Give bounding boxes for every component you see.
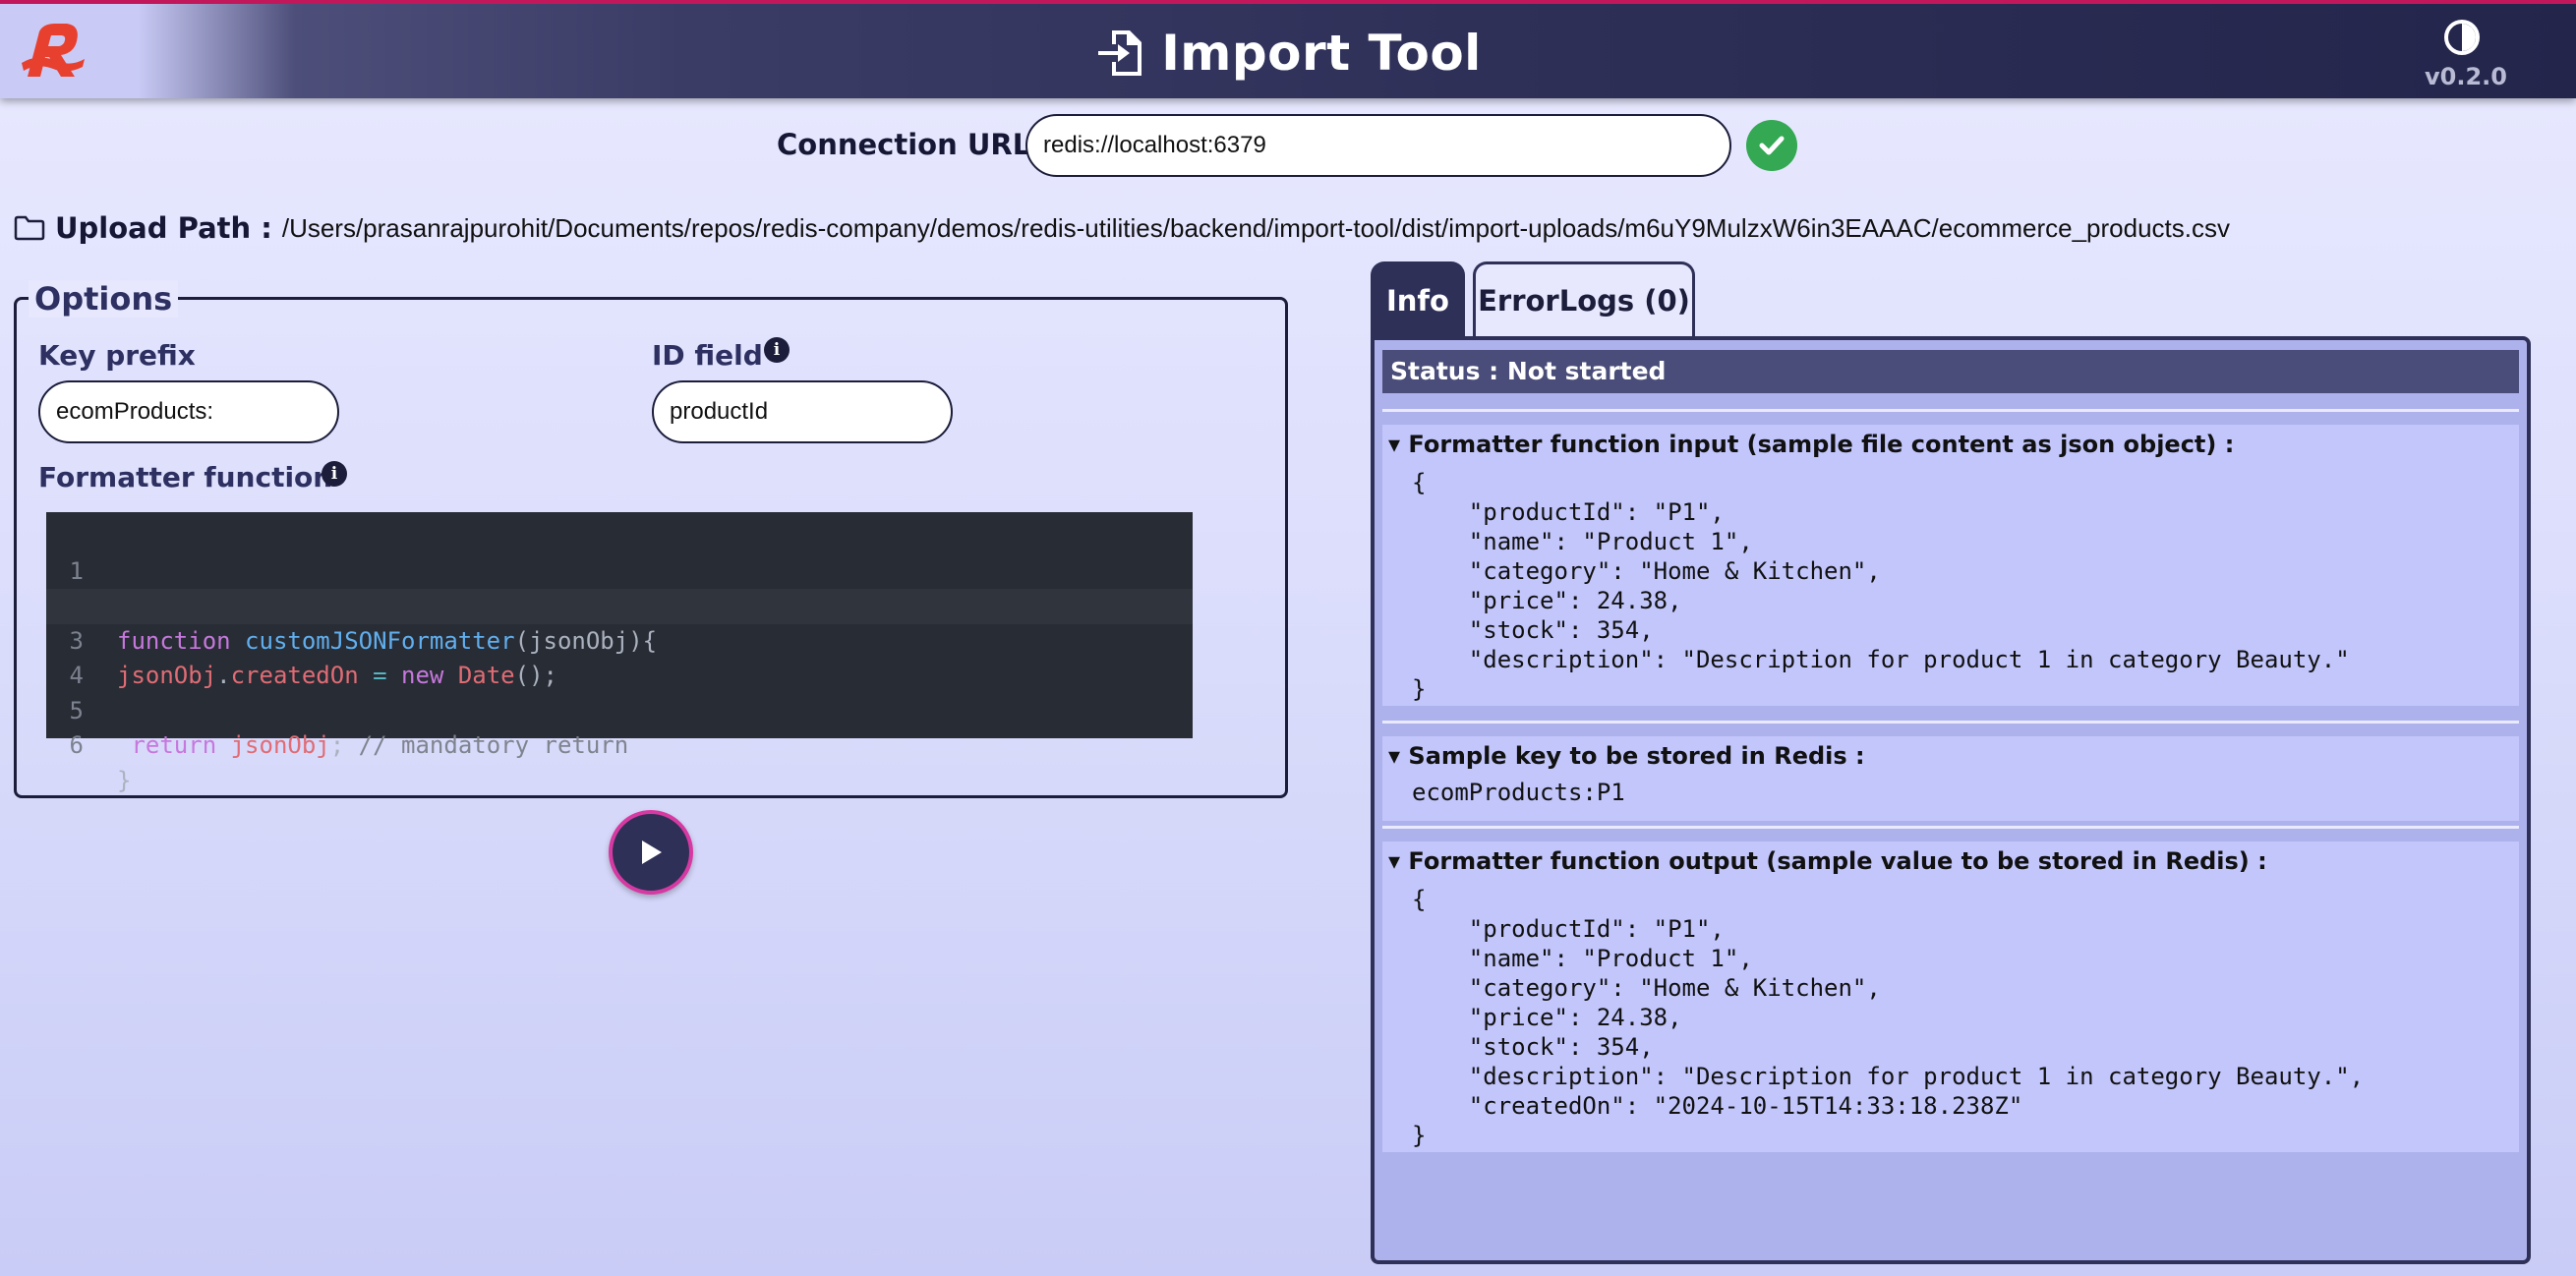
run-import-button[interactable] <box>609 810 693 895</box>
code-text: return jsonObj; // mandatory return <box>131 731 629 759</box>
code-line: 3 jsonObj.createdOn = new Date(); <box>46 589 1193 689</box>
code-line: 2 <box>46 554 1193 619</box>
formatter-function-label: Formatter function <box>38 461 333 493</box>
title-wrap: Import Tool <box>0 22 2576 85</box>
options-legend: Options <box>29 280 179 318</box>
key-prefix-input[interactable] <box>38 380 339 443</box>
formatter-input-title: Formatter function input (sample file co… <box>1408 431 2235 458</box>
formatter-input-section: ▾ Formatter function input (sample file … <box>1382 425 2519 706</box>
sample-key-summary[interactable]: ▾ Sample key to be stored in Redis : <box>1388 742 1865 770</box>
formatter-input-summary[interactable]: ▾ Formatter function input (sample file … <box>1388 431 2234 458</box>
id-field-label: ID field <box>652 339 763 372</box>
connection-url-label: Connection URL : <box>777 128 1052 161</box>
app-title: Import Tool <box>1161 25 1482 82</box>
info-panel: Status : Not started ▾ Formatter functio… <box>1371 336 2531 1264</box>
upload-path-value: /Users/prasanrajpurohit/Documents/repos/… <box>281 212 2230 243</box>
formatter-output-json: { "productId": "P1", "name": "Product 1"… <box>1412 886 2365 1149</box>
formatter-input-json: { "productId": "P1", "name": "Product 1"… <box>1412 469 2350 703</box>
file-import-icon <box>1098 30 1142 76</box>
code-text: } <box>117 766 132 794</box>
id-field-input[interactable] <box>652 380 953 443</box>
code-line: 1 ⌄ function customJSONFormatter(jsonObj… <box>46 519 1193 655</box>
divider <box>1382 721 2519 724</box>
connection-status <box>1746 120 1797 171</box>
sample-key-section: ▾ Sample key to be stored in Redis : eco… <box>1382 736 2519 821</box>
folder-icon <box>14 215 45 241</box>
upload-path-label: Upload Path : <box>55 211 272 245</box>
sample-key-value: ecomProducts:P1 <box>1412 779 1625 806</box>
formatter-info-icon[interactable]: i <box>322 461 347 487</box>
connection-url-input[interactable] <box>1025 114 1731 177</box>
code-line: 5 return jsonObj; // mandatory return <box>46 659 1193 760</box>
tab-error-logs[interactable]: ErrorLogs (0) <box>1473 261 1695 336</box>
formatter-output-summary[interactable]: ▾ Formatter function output (sample valu… <box>1388 847 2267 875</box>
sample-key-title: Sample key to be stored in Redis : <box>1408 742 1865 770</box>
formatter-output-title: Formatter function output (sample value … <box>1408 847 2267 875</box>
tab-info[interactable]: Info <box>1371 261 1465 336</box>
upload-path-row: Upload Path : /Users/prasanrajpurohit/Do… <box>14 208 2230 248</box>
play-icon <box>642 841 662 864</box>
line-number: 6 <box>69 731 84 759</box>
theme-toggle-icon[interactable] <box>2444 20 2480 55</box>
divider <box>1382 409 2519 412</box>
formatter-code-editor[interactable]: 1 ⌄ function customJSONFormatter(jsonObj… <box>46 512 1193 794</box>
code-line: 6 } <box>46 694 1193 794</box>
divider <box>1382 826 2519 829</box>
key-prefix-label: Key prefix <box>38 339 196 372</box>
check-icon <box>1759 136 1785 155</box>
code-line: 4 <box>46 624 1193 689</box>
formatter-output-section: ▾ Formatter function output (sample valu… <box>1382 841 2519 1152</box>
status-bar: Status : Not started <box>1382 350 2519 393</box>
options-fieldset: Options Key prefix ID field i Formatter … <box>14 280 1288 798</box>
version-label: v0.2.0 <box>2425 63 2507 90</box>
app-header: Import Tool v0.2.0 <box>0 0 2576 98</box>
id-field-info-icon[interactable]: i <box>764 337 790 363</box>
